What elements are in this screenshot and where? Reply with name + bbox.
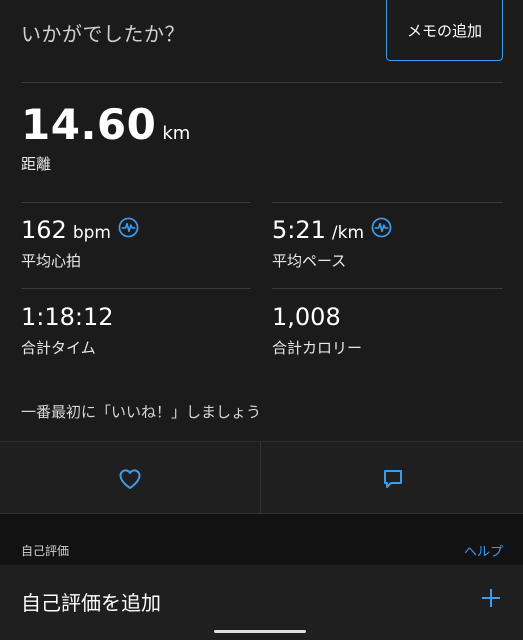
like-prompt: 一番最初に「いいね！」しましょう	[21, 403, 262, 421]
distance-value-row: 14.60 km	[21, 100, 190, 149]
home-indicator[interactable]	[214, 630, 306, 633]
total-time-label: 合計タイム	[21, 339, 96, 357]
distance-value: 14.60	[21, 100, 157, 149]
divider	[21, 288, 251, 289]
heart-icon	[119, 468, 141, 489]
calories-label: 合計カロリー	[272, 339, 363, 357]
stat-total-calories: 1,008 合計カロリー	[272, 303, 362, 358]
divider	[272, 202, 503, 203]
heart-rate-unit: bpm	[72, 223, 111, 243]
calories-value: 1,008	[272, 303, 341, 331]
divider	[272, 288, 503, 289]
stat-total-time: 1:18:12 合計タイム	[21, 303, 114, 358]
add-self-evaluation-label: 自己評価を追加	[21, 591, 161, 615]
like-button[interactable]	[0, 442, 261, 515]
distance-label: 距離	[21, 155, 52, 173]
plus-icon[interactable]	[479, 586, 503, 610]
section-spacer	[0, 514, 523, 565]
self-evaluation-heading: 自己評価	[21, 544, 70, 558]
heart-rate-value: 162	[21, 216, 67, 244]
total-time-value: 1:18:12	[21, 303, 114, 331]
heart-rate-label: 平均心拍	[21, 252, 82, 270]
add-memo-button[interactable]: メモの追加	[386, 0, 503, 61]
pace-unit: /km	[331, 223, 365, 243]
activity-summary-page: いかがでしたか？ メモの追加 14.60 km 距離 162 bpm 平均心拍 …	[0, 0, 523, 640]
pace-label: 平均ペース	[272, 252, 347, 270]
distance-unit: km	[162, 123, 191, 144]
help-link[interactable]: ヘルプ	[464, 541, 503, 560]
pace-value: 5:21	[272, 216, 326, 244]
comment-button[interactable]	[262, 442, 523, 515]
divider	[21, 82, 503, 83]
stat-avg-pace[interactable]: 5:21 /km 平均ペース	[272, 216, 392, 271]
divider	[21, 202, 251, 203]
comment-icon	[383, 469, 402, 488]
add-self-evaluation-row[interactable]: 自己評価を追加	[0, 565, 523, 640]
stat-avg-heart-rate[interactable]: 162 bpm 平均心拍	[21, 216, 139, 271]
heart-rate-icon[interactable]	[371, 217, 392, 238]
feedback-question: いかがでしたか？	[21, 22, 185, 46]
action-bar	[0, 441, 523, 515]
heart-rate-icon[interactable]	[118, 217, 139, 238]
